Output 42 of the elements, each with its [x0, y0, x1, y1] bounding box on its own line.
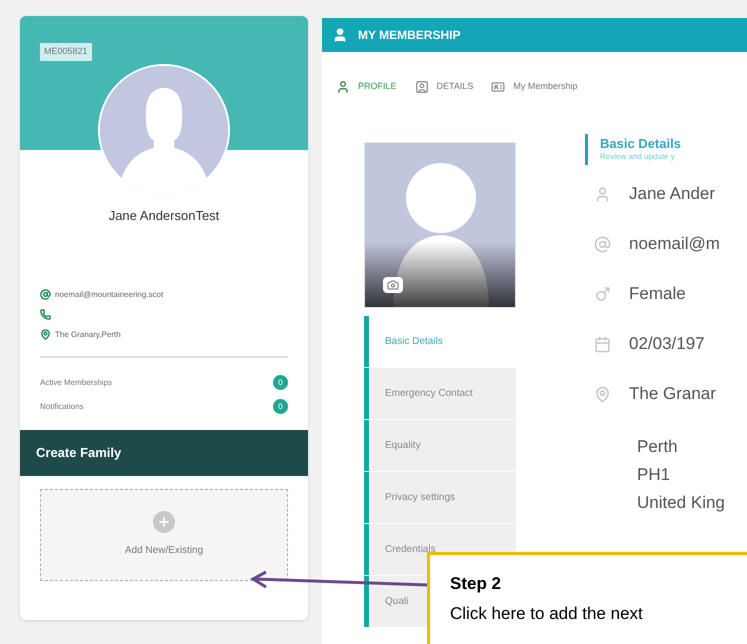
tab-icon	[491, 80, 506, 94]
tab-icon	[414, 80, 429, 94]
tab-icon	[336, 80, 350, 94]
location-icon	[40, 329, 51, 340]
camera-icon[interactable]	[383, 277, 403, 293]
member-name: Jane AndersonTest	[108, 207, 220, 225]
address-line: United King	[637, 492, 725, 514]
section-nav-item[interactable]: Emergency Contact	[364, 368, 516, 419]
stat-label: Active Memberships	[40, 376, 112, 388]
count-badge: 0	[273, 375, 288, 390]
tab[interactable]: My Membership	[491, 80, 578, 94]
phone-icon	[40, 309, 51, 320]
plus-icon	[153, 511, 175, 533]
gender-icon	[594, 286, 610, 302]
create-family-title: Create Family	[36, 444, 122, 462]
add-family-member-button[interactable]: Add New/Existing	[40, 488, 288, 580]
address-line: Perth	[637, 436, 679, 458]
date-icon	[594, 336, 610, 352]
member-id: ME005821	[40, 43, 92, 60]
email-icon	[594, 236, 610, 252]
location-icon	[594, 386, 610, 402]
person-icon	[332, 27, 348, 43]
field-value: noemail@m	[629, 233, 720, 256]
callout-text: Click here to add the next	[450, 602, 644, 624]
field-value: Female	[629, 283, 686, 306]
section-subtitle: Review and update y	[600, 151, 676, 163]
count-badge: 0	[273, 399, 288, 414]
callout-title: Step 2	[450, 573, 502, 595]
stat-label: Notifications	[40, 400, 84, 412]
section-nav-item[interactable]: Equality	[364, 420, 516, 471]
section-title: Basic Details	[600, 136, 682, 151]
field-value: Jane Ander	[629, 183, 716, 206]
address-line: PH1	[637, 464, 672, 486]
tab[interactable]: DETAILS	[414, 80, 474, 94]
email-icon	[40, 289, 51, 300]
section-nav-item[interactable]: Privacy settings	[364, 472, 516, 523]
tab[interactable]: PROFILE	[336, 80, 397, 94]
field-value: The Granar	[629, 383, 716, 406]
contact-text: The Granary,Perth	[55, 328, 121, 340]
panel-title: MY MEMBERSHIP	[358, 27, 460, 44]
contact-text: noemail@mountaineering.scot	[55, 288, 164, 300]
field-value: 02/03/197	[629, 333, 705, 356]
